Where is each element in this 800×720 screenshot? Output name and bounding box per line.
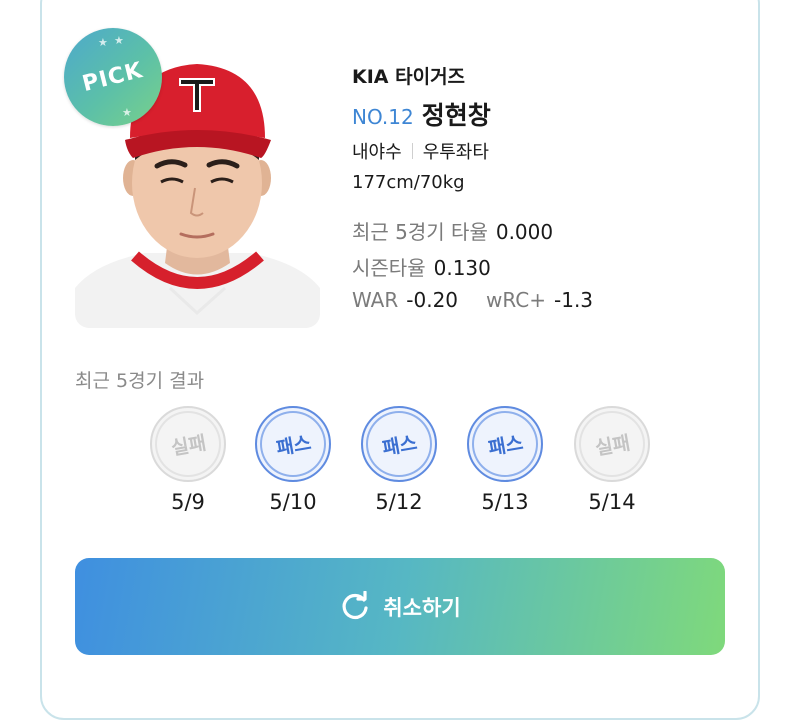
player-number-name: NO.12 정현창 — [352, 96, 491, 132]
game-date: 5/13 — [481, 490, 529, 514]
cancel-button-label: 취소하기 — [383, 595, 461, 620]
stat-season: 시즌타율 0.130 — [352, 252, 491, 281]
star-icon: ★ — [98, 36, 108, 49]
stat-war-wrc: WAR -0.20 wRC+ -1.3 — [352, 288, 593, 312]
game-result: 패스 5/10 — [253, 406, 333, 514]
game-date: 5/10 — [269, 490, 317, 514]
game-date: 5/14 — [588, 490, 636, 514]
star-icon: ★ — [114, 34, 124, 47]
game-result: 실패 5/9 — [148, 406, 228, 514]
stat-value: 0.000 — [495, 220, 554, 244]
stat-value: 0.130 — [433, 256, 491, 280]
stat-label: wRC+ — [486, 288, 546, 312]
stat-label: WAR — [352, 288, 399, 312]
cancel-button[interactable]: 취소하기 — [75, 558, 725, 655]
stat-value: -0.20 — [406, 288, 459, 312]
player-number: NO.12 — [352, 105, 414, 129]
stat-label: 시즌타율 — [352, 256, 426, 280]
game-result: 실패 5/14 — [572, 406, 652, 514]
stat-label: 최근 5경기 타율 — [352, 220, 488, 244]
refresh-icon — [342, 590, 368, 619]
pick-label: PICK — [80, 57, 146, 97]
pass-stamp: 패스 — [467, 406, 543, 482]
game-result: 패스 5/12 — [359, 406, 439, 514]
fail-stamp: 실패 — [574, 406, 650, 482]
player-physical: 177cm/70kg — [352, 172, 465, 193]
position-row: 내야수 우투좌타 — [352, 138, 489, 164]
recent-results-title: 최근 5경기 결과 — [75, 370, 205, 392]
player-position: 내야수 — [352, 142, 402, 163]
pass-stamp: 패스 — [361, 406, 437, 482]
team-name: KIA 타이거즈 — [352, 66, 466, 88]
divider — [411, 143, 413, 159]
stat-value: -1.3 — [554, 288, 594, 312]
fail-stamp: 실패 — [150, 406, 226, 482]
player-name: 정현창 — [421, 101, 491, 130]
pick-badge: ★ ★ ★ PICK — [64, 28, 162, 126]
stamp-label: 실패 — [169, 431, 208, 460]
recent-games: 실패 5/9 패스 5/10 패스 5/12 패스 5/13 실패 5/14 — [150, 406, 650, 516]
game-date: 5/12 — [375, 490, 423, 514]
pass-stamp: 패스 — [255, 406, 331, 482]
star-icon: ★ — [122, 106, 132, 119]
game-date: 5/9 — [171, 490, 205, 514]
stamp-label: 패스 — [380, 431, 419, 460]
stamp-label: 패스 — [486, 431, 525, 460]
stamp-label: 실패 — [593, 431, 632, 460]
stat-recent5: 최근 5경기 타율 0.000 — [352, 216, 553, 245]
game-result: 패스 5/13 — [465, 406, 545, 514]
stamp-label: 패스 — [274, 431, 313, 460]
player-bats-throws: 우투좌타 — [422, 142, 489, 163]
